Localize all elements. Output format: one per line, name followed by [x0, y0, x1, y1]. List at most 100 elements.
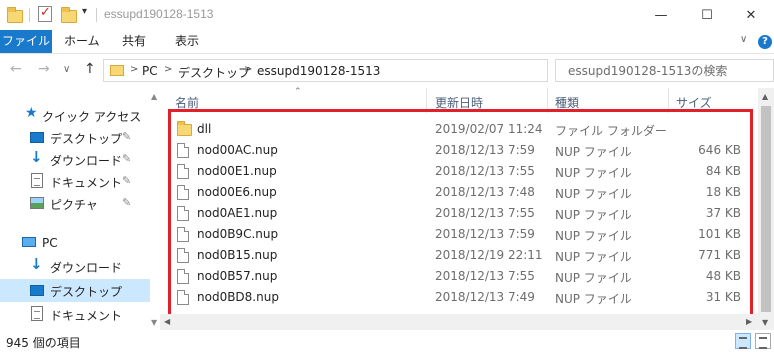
breadcrumb-pc[interactable]: PC	[142, 64, 158, 78]
file-size: 84 KB	[705, 164, 741, 178]
address-bar[interactable]: > PC > デスクトップ > essupd190128-1513 ∨ ↻	[103, 59, 647, 82]
horizontal-scrollbar[interactable]: ◀ ▶	[160, 314, 758, 330]
file-row[interactable]: nod0B15.nup 2018/12/19 22:11 NUP ファイル 77…	[160, 245, 758, 266]
new-folder-icon[interactable]	[61, 7, 77, 23]
file-row[interactable]: nod0AE1.nup 2018/12/13 7:55 NUP ファイル 37 …	[160, 203, 758, 224]
file-type: NUP ファイル	[555, 271, 632, 285]
nav-pc[interactable]: PC	[0, 232, 150, 254]
file-row[interactable]: nod0B9C.nup 2018/12/13 7:59 NUP ファイル 101…	[160, 224, 758, 245]
nav-documents-pinned[interactable]: ドキュメント ✎	[0, 170, 150, 192]
pin-icon: ✎	[122, 196, 132, 209]
file-name: nod0B57.nup	[197, 269, 278, 283]
file-row[interactable]: dll 2019/02/07 11:24 ファイル フォルダー	[160, 119, 758, 140]
file-modified: 2018/12/13 7:55	[435, 164, 535, 178]
details-view-icon[interactable]	[735, 333, 751, 349]
nav-documents[interactable]: ドキュメント	[0, 303, 150, 325]
file-row[interactable]: nod0BD8.nup 2018/12/13 7:49 NUP ファイル 31 …	[160, 287, 758, 308]
up-button[interactable]: ↑	[84, 61, 96, 77]
large-icons-view-icon[interactable]	[755, 333, 771, 349]
column-divider[interactable]	[426, 88, 427, 113]
tab-home[interactable]: ホーム	[54, 30, 110, 53]
scroll-down-icon[interactable]: ▼	[151, 318, 157, 327]
file-size: 37 KB	[705, 206, 741, 220]
file-row[interactable]: nod00E1.nup 2018/12/13 7:55 NUP ファイル 84 …	[160, 161, 758, 182]
status-bar: 945 個の項目	[0, 330, 774, 352]
breadcrumb-current-folder[interactable]: essupd190128-1513	[257, 64, 380, 78]
tab-view[interactable]: 表示	[165, 30, 209, 53]
column-type[interactable]: 種類	[555, 94, 579, 111]
file-icon	[177, 269, 189, 284]
nav-item-label: ピクチャ	[50, 198, 98, 212]
chevron-down-icon[interactable]: ∨	[740, 34, 747, 45]
minimize-button[interactable]: —	[638, 0, 684, 30]
file-name: dll	[197, 122, 212, 136]
window-title: essupd190128-1513	[104, 7, 214, 21]
breadcrumb-separator[interactable]: >	[164, 64, 172, 75]
scroll-up-icon[interactable]: ▲	[762, 92, 768, 101]
breadcrumb-desktop[interactable]: デスクトップ	[178, 64, 250, 81]
star-icon: ★	[25, 105, 38, 121]
file-type: NUP ファイル	[555, 208, 632, 222]
file-name: nod0BD8.nup	[197, 290, 279, 304]
nav-pictures-pinned[interactable]: ピクチャ ✎	[0, 192, 150, 214]
nav-downloads-pinned[interactable]: ↓ ダウンロード ✎	[0, 148, 150, 170]
file-icon	[177, 248, 189, 263]
file-icon	[177, 206, 189, 221]
breadcrumb-separator[interactable]: >	[244, 64, 252, 75]
nav-item-label: ドキュメント	[50, 176, 123, 190]
breadcrumb-separator[interactable]: >	[130, 64, 138, 75]
column-name[interactable]: 名前	[175, 94, 199, 111]
column-divider[interactable]	[547, 88, 548, 113]
vertical-scrollbar[interactable]: ▲ ▼	[758, 88, 774, 330]
recent-locations-button[interactable]: ∨	[63, 64, 70, 75]
nav-desktop[interactable]: デスクトップ	[0, 279, 150, 302]
search-input[interactable]	[556, 60, 773, 81]
navigation-scrollbar[interactable]: ▲ ▼	[150, 88, 160, 330]
file-modified: 2018/12/19 22:11	[435, 248, 543, 262]
file-row[interactable]: nod0B57.nup 2018/12/13 7:55 NUP ファイル 48 …	[160, 266, 758, 287]
tab-share[interactable]: 共有	[112, 30, 156, 53]
file-row[interactable]: nod00E6.nup 2018/12/13 7:48 NUP ファイル 18 …	[160, 182, 758, 203]
download-icon: ↓	[30, 255, 43, 273]
tab-file[interactable]: ファイル	[0, 30, 52, 53]
scroll-left-icon[interactable]: ◀	[164, 317, 170, 326]
file-icon	[177, 185, 189, 200]
column-divider[interactable]	[668, 88, 669, 113]
nav-item-label: ダウンロード	[50, 154, 123, 168]
maximize-button[interactable]: ☐	[684, 0, 730, 30]
column-size[interactable]: サイズ	[676, 94, 712, 111]
customize-toolbar-icon[interactable]: ▾	[82, 6, 87, 17]
file-name: nod00AC.nup	[197, 143, 278, 157]
nav-quick-access[interactable]: ★ クイック アクセス	[0, 104, 150, 126]
desktop-icon	[30, 285, 44, 296]
file-name: nod00E1.nup	[197, 164, 277, 178]
file-type: NUP ファイル	[555, 229, 632, 243]
address-row: ← → ∨ ↑ > PC > デスクトップ > essupd190128-151…	[0, 55, 774, 88]
divider	[29, 8, 30, 22]
nav-item-label: ダウンロード	[50, 261, 123, 275]
scroll-up-icon[interactable]: ▲	[151, 92, 157, 101]
folder-icon	[177, 121, 192, 136]
scroll-right-icon[interactable]: ▶	[746, 317, 752, 326]
nav-desktop-pinned[interactable]: デスクトップ ✎	[0, 126, 150, 148]
column-modified[interactable]: 更新日時	[435, 94, 483, 111]
close-button[interactable]: ✕	[728, 0, 774, 30]
file-modified: 2018/12/13 7:49	[435, 290, 535, 304]
nav-downloads[interactable]: ↓ ダウンロード	[0, 255, 150, 277]
file-type: NUP ファイル	[555, 166, 632, 180]
file-size: 101 KB	[698, 227, 741, 241]
search-box[interactable]	[555, 59, 774, 82]
file-icon	[177, 227, 189, 242]
pin-icon: ✎	[122, 152, 132, 165]
properties-icon[interactable]: ✓	[38, 5, 52, 22]
scroll-down-icon[interactable]: ▼	[762, 318, 768, 327]
forward-button[interactable]: →	[38, 61, 50, 77]
sort-ascending-icon: ⌃	[294, 87, 302, 97]
scrollbar-thumb[interactable]	[761, 106, 771, 312]
back-button[interactable]: ←	[10, 61, 22, 77]
help-icon[interactable]: ?	[758, 35, 772, 49]
file-size: 771 KB	[698, 248, 741, 262]
file-modified: 2018/12/13 7:59	[435, 227, 535, 241]
file-type: ファイル フォルダー	[555, 124, 667, 138]
file-row[interactable]: nod00AC.nup 2018/12/13 7:59 NUP ファイル 646…	[160, 140, 758, 161]
